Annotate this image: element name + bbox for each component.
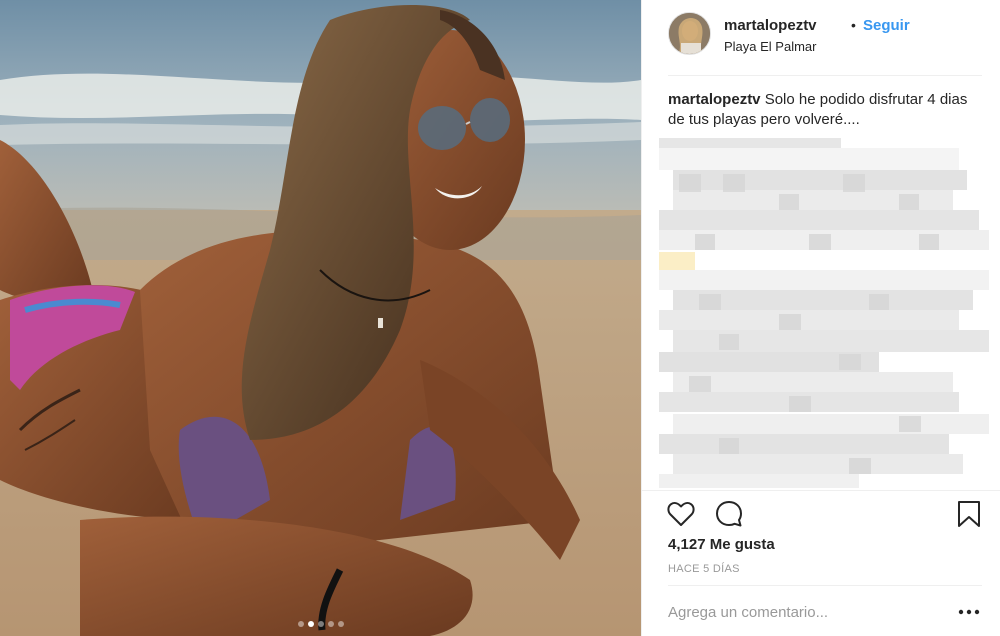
heart-icon[interactable] [666, 499, 696, 529]
carousel-indicator [0, 621, 641, 627]
carousel-dot [317, 621, 324, 627]
location-link[interactable]: Playa El Palmar [724, 39, 816, 54]
bookmark-icon[interactable] [954, 499, 984, 529]
carousel-dot [327, 621, 334, 627]
post-side-panel: martalopeztv • Seguir Playa El Palmar ma… [641, 0, 1000, 636]
avatar[interactable] [668, 12, 711, 55]
post-actions-bar [642, 490, 1000, 534]
carousel-dot-active [307, 621, 314, 627]
add-comment-section [668, 585, 982, 636]
comment-bubble-icon[interactable] [714, 499, 744, 529]
pixelated-comments-graphic [659, 138, 989, 488]
post-header: martalopeztv • Seguir Playa El Palmar [668, 12, 982, 76]
blurred-comments-area [659, 138, 989, 488]
more-options-icon[interactable] [956, 602, 982, 622]
avatar-picture [669, 13, 710, 54]
post-photo[interactable] [0, 0, 641, 636]
caption-username-link[interactable]: martalopeztv [668, 91, 761, 108]
carousel-dot [337, 621, 344, 627]
post-timestamp[interactable]: HACE 5 DÍAS [668, 563, 740, 575]
comment-input[interactable] [668, 604, 938, 621]
likes-count[interactable]: 4,127 Me gusta [668, 536, 775, 553]
follow-button[interactable]: Seguir [863, 17, 910, 34]
post-caption: martalopeztv Solo he podido disfrutar 4 … [668, 90, 988, 130]
carousel-dot [297, 621, 304, 627]
dot-separator: • [851, 17, 856, 33]
username-link[interactable]: martalopeztv [724, 17, 817, 34]
beach-photo-illustration [0, 0, 641, 636]
